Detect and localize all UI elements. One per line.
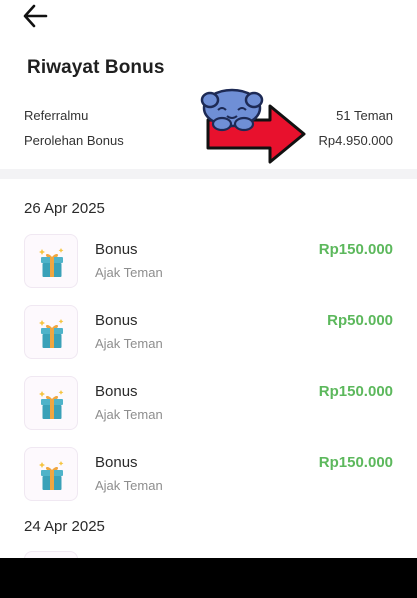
gift-icon-box <box>24 447 78 501</box>
gift-icon-box <box>24 234 78 288</box>
transaction-subtitle: Ajak Teman <box>95 265 163 280</box>
transaction-subtitle: Ajak Teman <box>95 336 163 351</box>
transaction-item[interactable]: Bonus Ajak Teman Rp150.000 <box>24 234 393 292</box>
referral-label: Referralmu <box>24 108 89 123</box>
section-divider <box>0 169 417 179</box>
referral-value: 51 Teman <box>336 108 393 123</box>
gift-icon-box <box>24 376 78 430</box>
transaction-amount: Rp150.000 <box>318 454 393 471</box>
gift-icon <box>39 390 64 419</box>
transaction-subtitle: Ajak Teman <box>95 478 163 493</box>
transaction-item[interactable]: Bonus Ajak Teman Rp150.000 <box>24 447 393 505</box>
transaction-amount: Rp50.000 <box>327 312 393 329</box>
bonus-value: Rp4.950.000 <box>318 133 393 148</box>
mascot-arrow-sticker <box>200 88 306 164</box>
gift-icon <box>39 319 64 348</box>
transaction-amount: Rp150.000 <box>318 241 393 258</box>
page-title: Riwayat Bonus <box>27 57 165 78</box>
date-header: 26 Apr 2025 <box>24 200 105 217</box>
gift-icon <box>39 248 64 277</box>
gift-icon <box>39 461 64 490</box>
transaction-title: Bonus <box>95 454 138 471</box>
transaction-title: Bonus <box>95 383 138 400</box>
transaction-amount: Rp150.000 <box>318 383 393 400</box>
back-button[interactable] <box>20 0 54 32</box>
transaction-item[interactable]: Bonus Ajak Teman Rp50.000 <box>24 305 393 363</box>
bottom-black-bar <box>0 558 417 598</box>
transaction-title: Bonus <box>95 312 138 329</box>
gift-icon-box <box>24 305 78 359</box>
arrow-left-icon <box>23 4 48 28</box>
transaction-item[interactable]: Bonus Ajak Teman Rp150.000 <box>24 376 393 434</box>
transaction-title: Bonus <box>95 241 138 258</box>
transaction-subtitle: Ajak Teman <box>95 407 163 422</box>
date-header: 24 Apr 2025 <box>24 518 105 535</box>
bonus-label: Perolehan Bonus <box>24 133 124 148</box>
